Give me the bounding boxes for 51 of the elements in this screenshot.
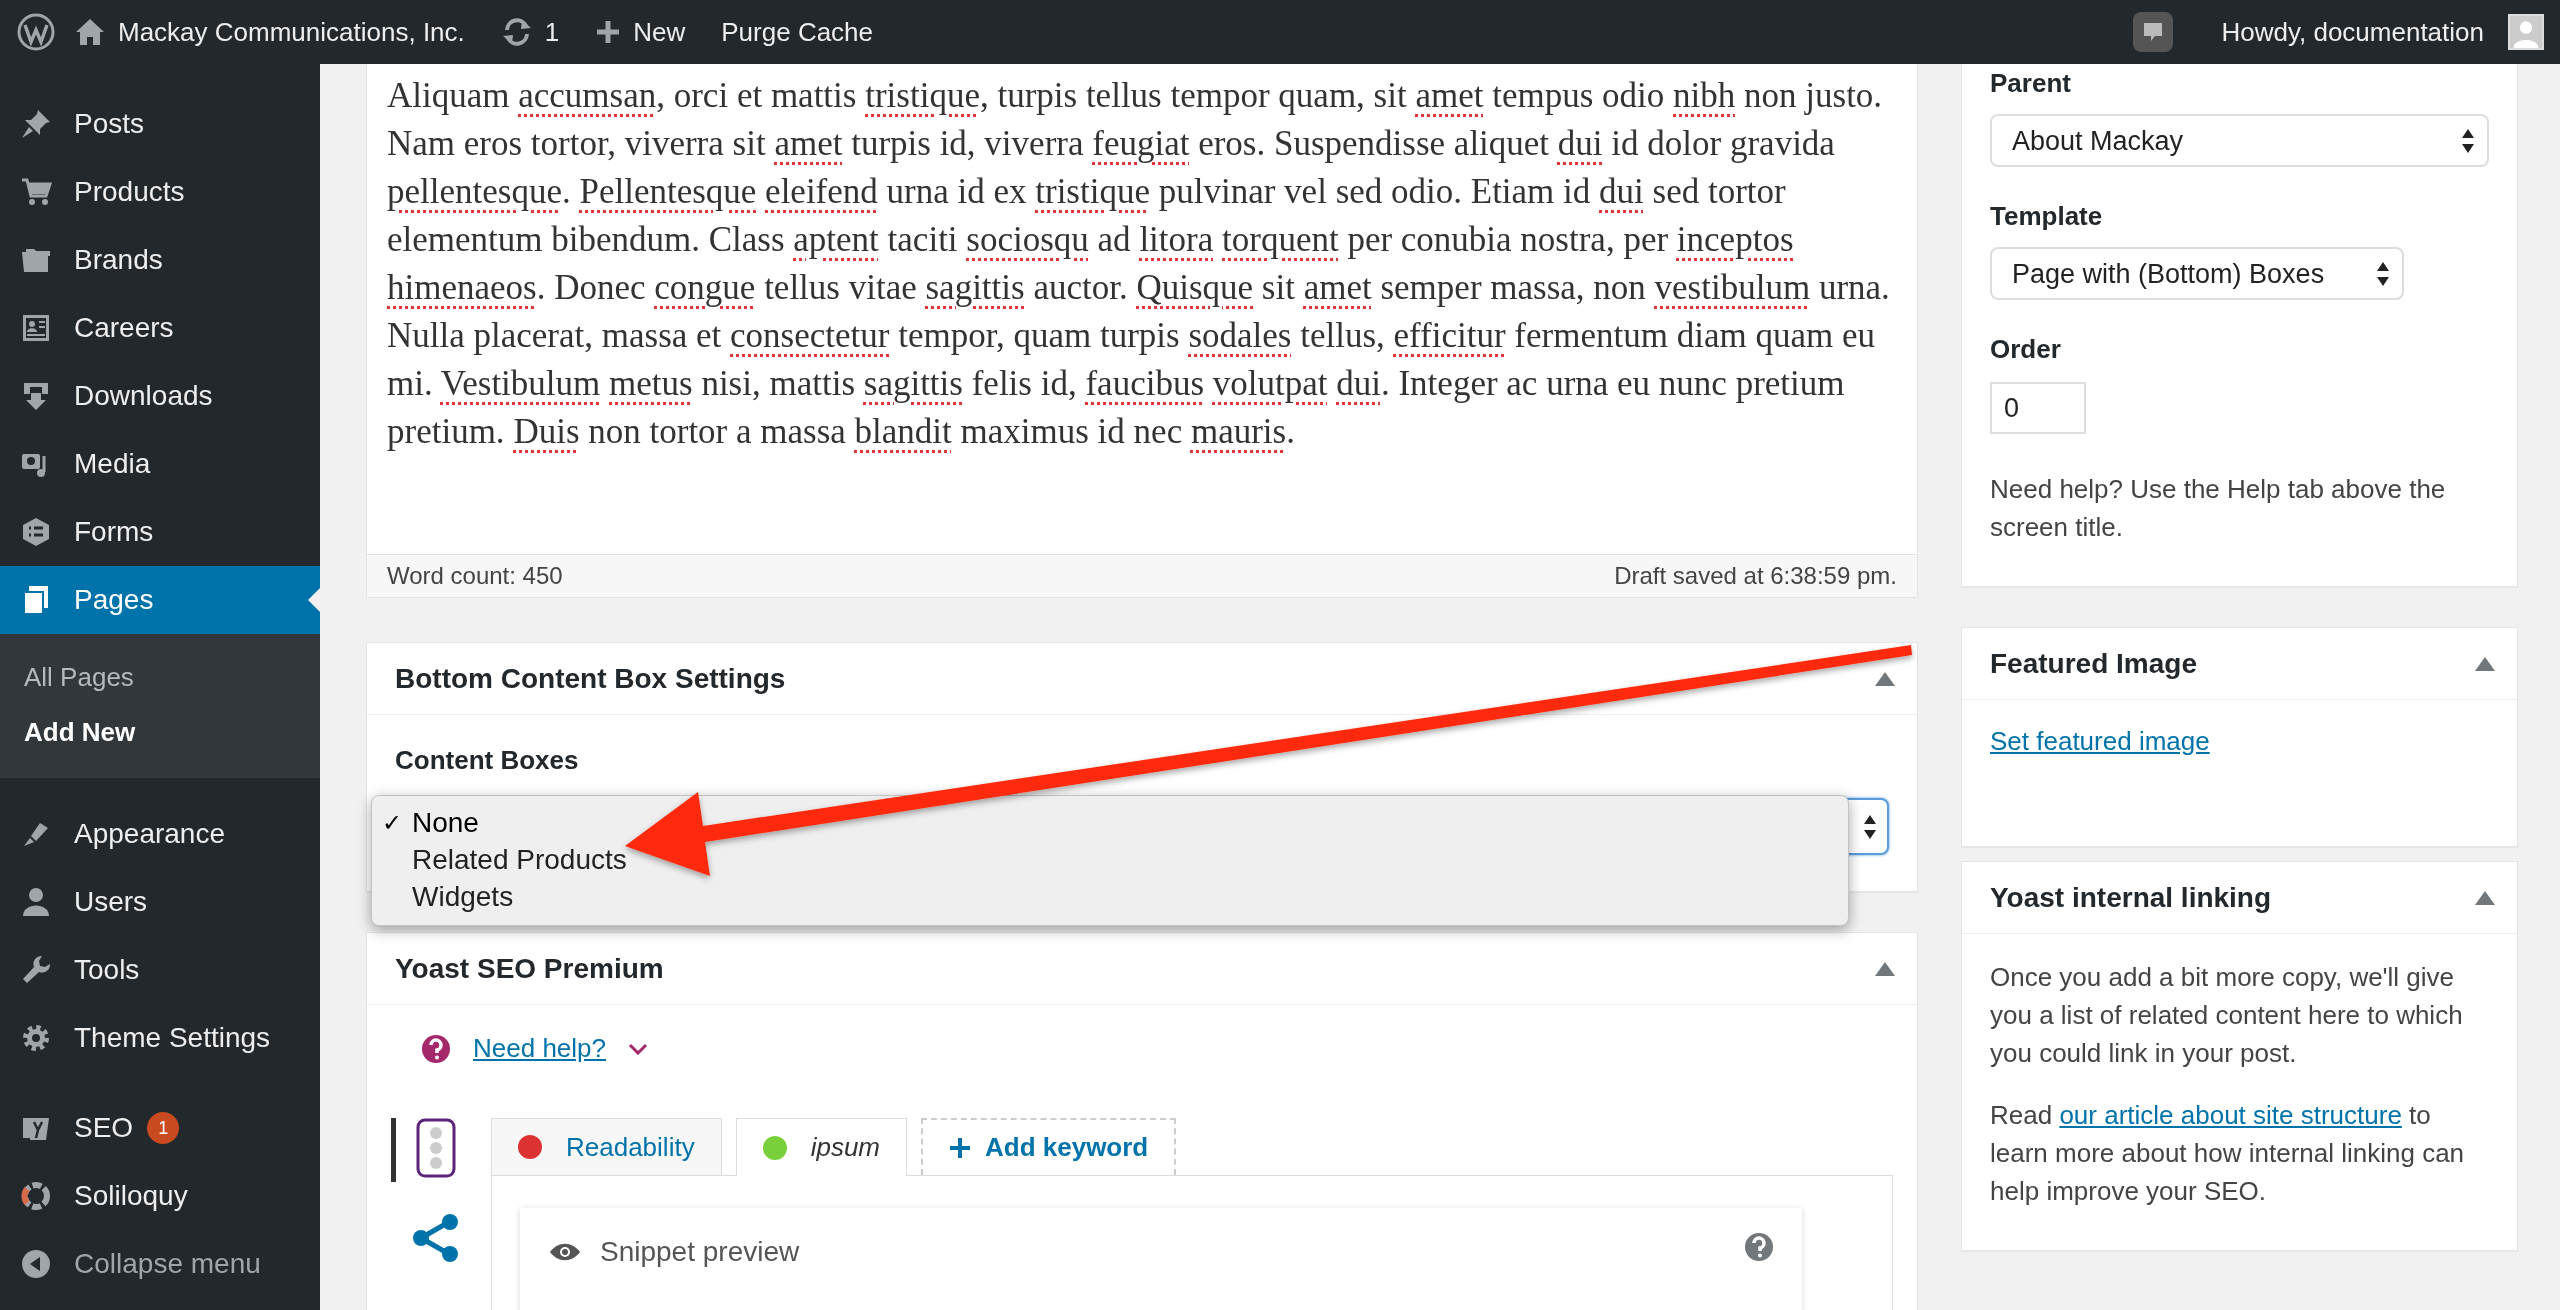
box-title: Featured Image bbox=[1990, 647, 2197, 680]
keyword-tab[interactable]: ipsum bbox=[735, 1118, 907, 1176]
order-input[interactable]: 0 bbox=[1990, 382, 2086, 434]
submenu-item[interactable]: All Pages bbox=[0, 650, 320, 705]
help-text: Need help? Use the Help tab above the screen title. bbox=[1990, 473, 2447, 544]
menu-item[interactable]: Appearance bbox=[0, 800, 320, 868]
site-name-link[interactable]: Mackay Communications, Inc. bbox=[56, 0, 483, 64]
count-badge: 1 bbox=[147, 1112, 180, 1144]
info-text: Read our article about site structure to learn more about how internal linking can help improve your SEO. bbox=[1990, 1099, 2466, 1208]
menu-item[interactable]: Careers bbox=[0, 294, 320, 362]
collapse-menu-button[interactable]: Collapse menu bbox=[0, 1230, 320, 1298]
keyword-tab[interactable]: Readability bbox=[491, 1118, 722, 1175]
dropdown-option[interactable]: Widgets bbox=[372, 878, 1848, 915]
field-label: Order bbox=[1990, 333, 2062, 366]
field-label: Template bbox=[1990, 200, 2104, 233]
word-count: Word count: 450 bbox=[387, 562, 563, 590]
add-keyword-button[interactable]: Add keyword bbox=[921, 1118, 1177, 1175]
account-link[interactable]: Howdy, documentation bbox=[2203, 0, 2560, 64]
box-title: Yoast SEO Premium bbox=[395, 952, 664, 985]
box-title: Yoast internal linking bbox=[1990, 881, 2272, 914]
updates-link[interactable]: 1 bbox=[482, 0, 578, 64]
box-title: Bottom Content Box Settings bbox=[395, 662, 786, 695]
menu-item[interactable]: Users bbox=[0, 868, 320, 936]
draft-status: Draft saved at 6:38:59 pm. bbox=[1614, 562, 1897, 590]
menu-item[interactable]: Media bbox=[0, 430, 320, 498]
menu-item[interactable]: Forms bbox=[0, 498, 320, 566]
menu-item[interactable]: Products bbox=[0, 158, 320, 226]
menu-item[interactable]: Pages bbox=[0, 566, 320, 634]
field-label: Content Boxes bbox=[395, 745, 580, 776]
snippet-title: Snippet preview bbox=[600, 1236, 800, 1268]
menu-item[interactable]: Downloads bbox=[0, 362, 320, 430]
purge-cache-link[interactable]: Purge Cache bbox=[703, 0, 892, 64]
set-featured-image-link[interactable]: Set featured image bbox=[1990, 726, 2210, 756]
menu-item[interactable]: Soliloquy bbox=[0, 1162, 320, 1230]
info-text: Once you add a bit more copy, we'll give you a list of related content here to which you could link in your post. bbox=[1990, 961, 2464, 1070]
template-select[interactable]: Page with (Bottom) Boxes bbox=[1990, 247, 2404, 300]
menu-item[interactable]: SEO 1 bbox=[0, 1094, 320, 1162]
editor-text[interactable]: Aliquam accumsan, orci et mattis tristique, turpis tellus tempor quam, sit amet tempus odio nibh non justo. Nam eros tortor, viverra sit amet turpis id, viverra feugiat eros. Suspendisse aliquet dui id dolor gravida pellentesque. Pellentesque eleifend urna id ex tristique pulvinar vel sed odio. Etiam id dui sed tortor elementum bibendum. Class aptent taciti sociosqu ad litora torquent per conubia nostra, per inceptos himenaeos. Donec congue tellus vitae sagittis auctor. Quisque sit amet semper massa, non vestibulum urna. Nulla placerat, massa et consectetur tempor, quam turpis sodales tellus, efficitur fermentum diam quam eu mi. Vestibulum metus nisi, mattis sagittis felis id, faucibus volutpat dui. Integer ac urna eu nunc pretium pretium. Duis non tortor a massa blandit maximus id nec mauris. bbox=[367, 64, 1917, 554]
parent-select[interactable]: About Mackay bbox=[1990, 114, 2489, 167]
menu-item[interactable]: Theme Settings bbox=[0, 1004, 320, 1072]
new-link[interactable]: New bbox=[577, 0, 704, 64]
field-label: Parent bbox=[1990, 67, 2072, 100]
checkmark-icon: ✓ bbox=[382, 808, 402, 837]
submenu-item[interactable]: Add New bbox=[0, 705, 320, 760]
help-link[interactable]: Need help? bbox=[473, 1033, 606, 1064]
dropdown-option[interactable]: Related Products bbox=[372, 841, 1848, 878]
menu-item[interactable]: Tools bbox=[0, 936, 320, 1004]
site-structure-link[interactable]: our article about site structure bbox=[2059, 1100, 2402, 1130]
menu-item[interactable]: Posts bbox=[0, 90, 320, 158]
menu-item[interactable]: Brands bbox=[0, 226, 320, 294]
dropdown-option[interactable]: ✓ None bbox=[372, 804, 1848, 841]
